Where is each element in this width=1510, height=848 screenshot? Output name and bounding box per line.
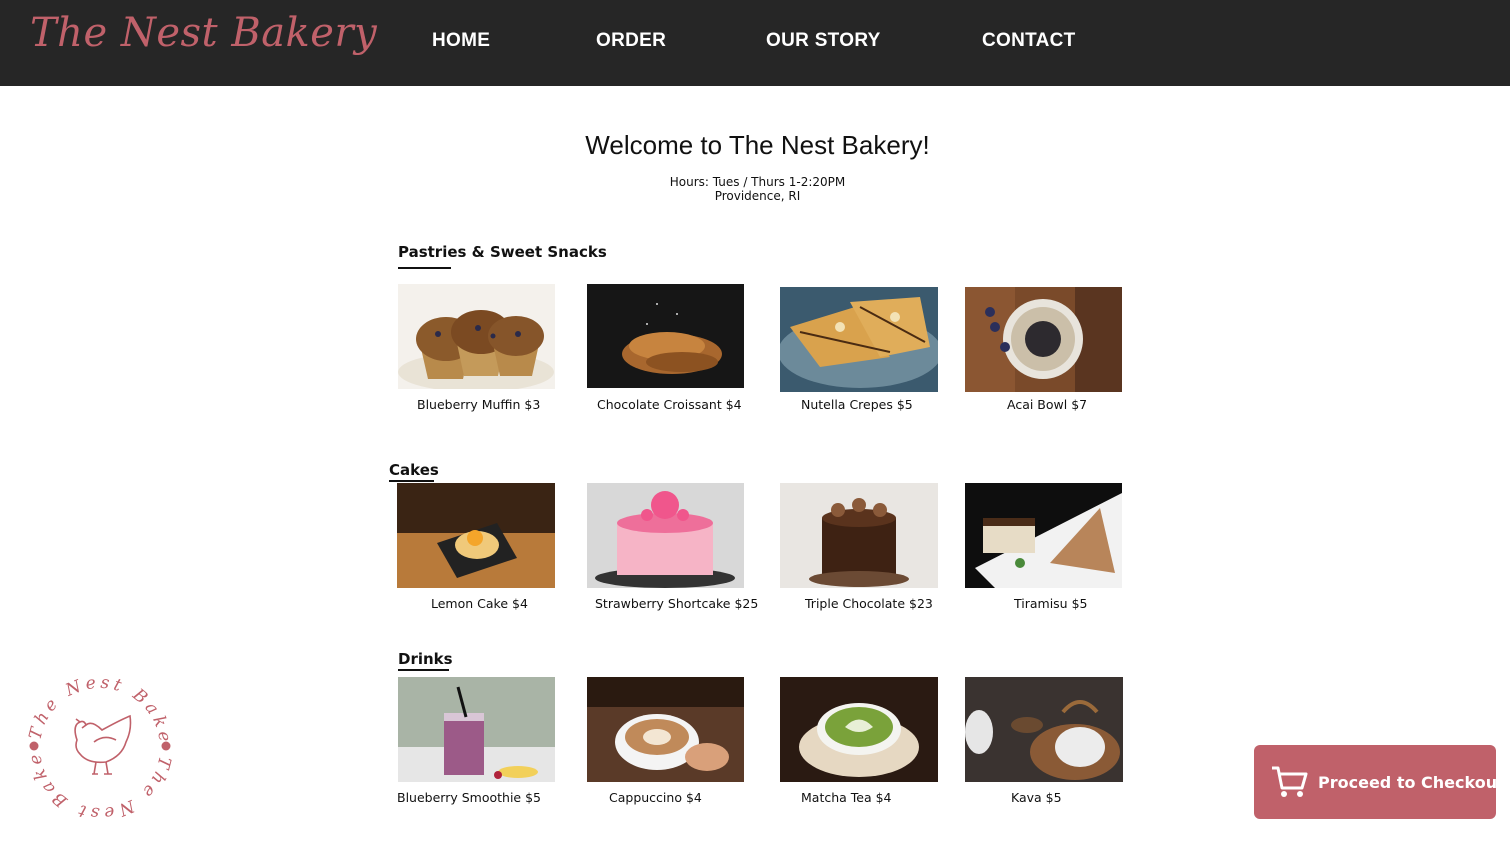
section-title-drinks: Drinks — [398, 650, 453, 671]
item-caption: Nutella Crepes $5 — [801, 397, 913, 412]
tiramisu-photo[interactable] — [965, 483, 1122, 588]
stamp-bottom-text: The Nest Bakery — [14, 655, 170, 823]
bakery-stamp-logo: The Nest Bakery The Nest Bakery — [14, 655, 178, 826]
strawberry-cake-photo[interactable] — [587, 483, 744, 588]
nav-our-story[interactable]: OUR STORY — [766, 30, 881, 52]
acai-bowl-photo[interactable] — [965, 287, 1122, 392]
section-title-text: Pastries & Sweet Snacks — [398, 243, 607, 261]
section-underline — [398, 267, 451, 269]
item-caption: Cappuccino $4 — [609, 790, 702, 805]
stamp-top-text: The Nest Bakery — [14, 655, 171, 747]
croissant-photo[interactable] — [587, 284, 744, 388]
smoothie-photo[interactable] — [398, 677, 555, 782]
top-nav-bar: The Nest Bakery HOME ORDER OUR STORY CON… — [0, 0, 1510, 86]
section-title-pastries: Pastries & Sweet Snacks — [398, 243, 607, 269]
item-caption: Blueberry Muffin $3 — [417, 397, 541, 412]
item-caption: Tiramisu $5 — [1014, 596, 1088, 611]
section-title-text: Drinks — [398, 650, 453, 668]
crepes-photo[interactable] — [780, 287, 938, 392]
item-caption: Strawberry Shortcake $25 — [595, 596, 759, 611]
checkout-label: Proceed to Checkout — [1318, 773, 1505, 792]
cappuccino-photo[interactable] — [587, 677, 744, 782]
item-caption: Chocolate Croissant $4 — [597, 397, 742, 412]
section-underline — [398, 669, 449, 671]
lemon-cake-photo[interactable] — [397, 483, 555, 588]
section-title-cakes: Cakes — [389, 461, 439, 482]
kava-photo[interactable] — [965, 677, 1123, 782]
hours-info: Hours: Tues / Thurs 1-2:20PM Providence,… — [0, 175, 1510, 203]
nav-home[interactable]: HOME — [432, 30, 490, 52]
hours-text: Hours: Tues / Thurs 1-2:20PM — [669, 175, 846, 189]
item-caption: Kava $5 — [1011, 790, 1062, 805]
item-caption: Acai Bowl $7 — [1007, 397, 1088, 412]
item-caption: Triple Chocolate $23 — [805, 596, 933, 611]
item-caption: Blueberry Smoothie $5 — [397, 790, 541, 805]
brand-logo[interactable]: The Nest Bakery — [30, 10, 377, 56]
location-text: Providence, RI — [714, 189, 801, 203]
nav-order[interactable]: ORDER — [596, 30, 666, 52]
item-caption: Matcha Tea $4 — [801, 790, 892, 805]
section-underline — [389, 480, 434, 482]
chocolate-cake-photo[interactable] — [780, 483, 938, 588]
section-title-text: Cakes — [389, 461, 439, 479]
svg-text:The Nest Bakery: The Nest Bakery — [22, 670, 175, 823]
page-title: Welcome to The Nest Bakery! — [585, 130, 930, 160]
nav-contact[interactable]: CONTACT — [982, 30, 1076, 52]
shopping-cart-icon — [1272, 766, 1308, 797]
blueberry-muffin-photo[interactable] — [398, 284, 555, 389]
svg-text:The Nest Bakery: The Nest Bakery — [22, 670, 175, 747]
matcha-photo[interactable] — [780, 677, 938, 782]
item-caption: Lemon Cake $4 — [431, 596, 528, 611]
hen-icon — [74, 714, 132, 775]
proceed-to-checkout-button[interactable]: Proceed to Checkout — [1254, 745, 1505, 819]
